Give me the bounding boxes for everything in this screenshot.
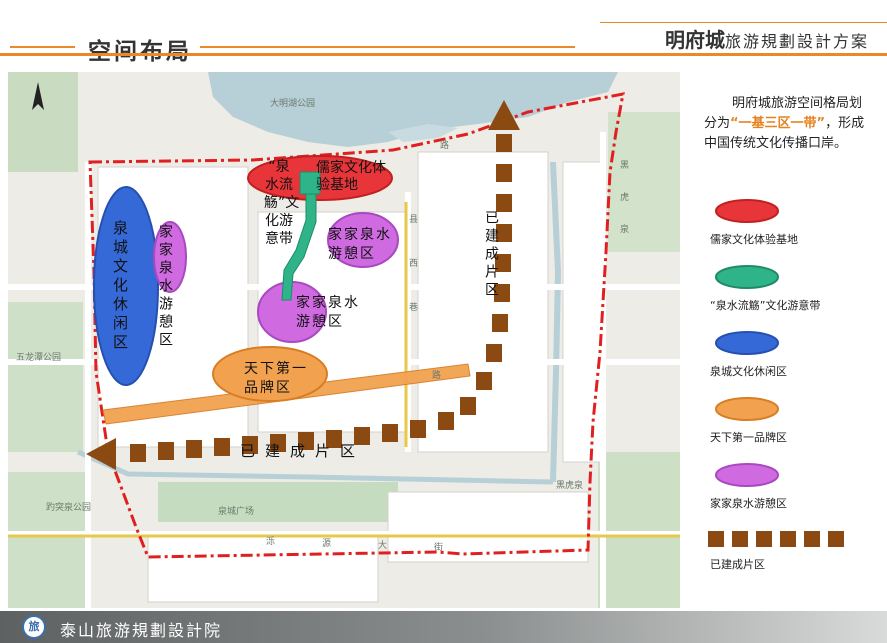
park-nw [8, 72, 78, 172]
section-title: 空间布局 [88, 38, 192, 65]
quancheng-square [158, 482, 398, 522]
built-dash [496, 164, 512, 182]
park-sw [8, 472, 88, 608]
road-char: 路 [440, 141, 450, 151]
built-dash [460, 397, 476, 415]
legend-panel: 明府城旅游空间格局划分为“一基三区一带”，形成中国传统文化传播口岸。 儒家文化体… [690, 72, 887, 608]
road-char: 县 [409, 215, 419, 225]
header-left-rule [10, 46, 75, 48]
road-char: 泉 [620, 225, 630, 235]
header-rule [0, 53, 887, 56]
header-mid-rule [200, 46, 575, 48]
spring-belt-label: “泉水流觞”文化游意带 [264, 159, 300, 247]
legend-swatch-green [715, 265, 779, 289]
confucian-label: 儒家文化体验基地 [316, 160, 386, 193]
map-panel: 大明湖公园 五龙潭公园 趵突泉公园 泉城广场 黑虎泉 路 县 西 巷 路 黑 虎… [8, 72, 680, 608]
park-ne [608, 112, 680, 252]
jiajia-ne-label: 家家泉水游憩区 [328, 227, 392, 262]
road-char: 西 [409, 259, 419, 269]
label-heihu: 黑虎泉 [556, 481, 584, 491]
legend-label: 儒家文化体验基地 [710, 233, 798, 246]
road-char: 泺 [266, 537, 276, 547]
legend-label: 泉城文化休闲区 [710, 365, 787, 378]
plan-title-strong: 明府城 [664, 28, 725, 52]
plan-title: 明府城旅游規劃設計方案 [665, 24, 869, 53]
built-dash [130, 444, 146, 462]
built-dash [496, 134, 512, 152]
label-daming-lake: 大明湖公园 [270, 99, 316, 109]
built-dash [158, 442, 174, 460]
built-dash [186, 440, 202, 458]
legend-label: 已建成片区 [710, 558, 765, 571]
built-dash [214, 438, 230, 456]
slide-header: 空间布局 明府城旅游規劃設計方案 [0, 0, 887, 70]
road-char: 大 [378, 541, 388, 551]
quancheng-leisure-label: 泉城文化休闲区 [111, 220, 129, 353]
road-char: 虎 [620, 193, 630, 203]
label-quancheng-square: 泉城广场 [218, 507, 255, 517]
slide-footer: 旅 泰山旅游規劃設計院 [0, 611, 887, 643]
label-baotu: 趵突泉公园 [46, 503, 92, 513]
road-char: 巷 [409, 303, 419, 313]
built-dash [382, 424, 398, 442]
park-se [598, 452, 680, 608]
legend-swatch-orange [715, 397, 779, 421]
label-wulongtan: 五龙潭公园 [16, 353, 62, 363]
built-dash [486, 344, 502, 362]
built-dash [476, 372, 492, 390]
plan-title-rest: 旅游規劃設計方案 [724, 32, 869, 51]
institute-logo-icon: 旅 [22, 615, 46, 639]
jiajia-west-label: 家家泉水游憩区 [157, 224, 173, 350]
road-char: 街 [434, 543, 444, 553]
built-dash [492, 314, 508, 332]
legend-label: 天下第一品牌区 [710, 431, 787, 444]
wulongtan-park [8, 302, 83, 452]
built-east-label: 已建成片区 [483, 210, 499, 300]
legend-label: 家家泉水游憩区 [710, 497, 787, 510]
legend-swatch-brown-dashes [708, 531, 844, 547]
legend-swatch-purple [715, 463, 779, 487]
intro-text: 明府城旅游空间格局划分为“一基三区一带”，形成中国传统文化传播口岸。 [704, 94, 874, 154]
jiajia-center-label: 家家泉水游憩区 [296, 295, 360, 330]
map-canvas [8, 72, 680, 608]
header-top-rule [600, 22, 887, 23]
built-south-label: 已建成片区 [240, 442, 366, 460]
legend-swatch-red [715, 199, 779, 223]
road-char: 路 [432, 371, 442, 381]
brand-label: 天下第一品牌区 [244, 361, 308, 396]
intro-highlight: “一基三区一带” [730, 116, 826, 131]
road-char: 黑 [620, 161, 630, 171]
road-char: 源 [322, 539, 332, 549]
built-dash [438, 412, 454, 430]
legend-label: “泉水流觞”文化游意带 [710, 299, 821, 312]
institute-name: 泰山旅游規劃設計院 [60, 621, 223, 640]
built-dash [410, 420, 426, 438]
legend-swatch-blue [715, 331, 779, 355]
